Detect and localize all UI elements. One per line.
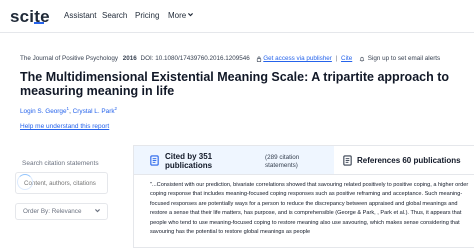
order-by-select[interactable]: Order By: Relevance xyxy=(15,203,108,220)
author-affiliation: 2 xyxy=(114,106,118,111)
cite-link[interactable]: Cite xyxy=(341,55,352,62)
article-title: The Multidimensional Existential Meaning… xyxy=(20,70,450,98)
publication-year: 2016 xyxy=(122,55,137,62)
author-link[interactable]: Login S. George xyxy=(20,108,67,115)
top-nav: scite Assistant Search Pricing More xyxy=(0,0,474,33)
tab-references[interactable]: References 60 publications xyxy=(334,146,474,175)
loading-spinner-icon xyxy=(17,174,33,190)
journal-name: The Journal of Positive Psychology xyxy=(20,55,119,62)
doi[interactable]: DOI: 10.1080/17439760.2016.1209546 xyxy=(141,55,250,62)
citation-snippet: "...Consistent with our prediction, biva… xyxy=(150,182,469,236)
chevron-down-icon[interactable] xyxy=(187,11,194,18)
references-title: References 60 publications xyxy=(357,156,461,165)
nav-assistant[interactable]: Assistant xyxy=(64,11,96,20)
author-link[interactable]: Crystal L. Park xyxy=(73,108,115,115)
bell-icon xyxy=(359,56,365,62)
citations-card: Cited by 351 publications (289 citation … xyxy=(133,145,474,248)
document-icon xyxy=(343,155,352,166)
help-understand-link[interactable]: Help me understand this report xyxy=(20,123,109,130)
get-access-link[interactable]: Get access via publisher xyxy=(263,55,332,62)
search-input[interactable] xyxy=(24,177,104,190)
search-label: Search citation statements xyxy=(22,160,99,167)
nav-search[interactable]: Search xyxy=(102,11,127,20)
nav-more[interactable]: More xyxy=(168,11,186,20)
scite-logo[interactable]: scite xyxy=(10,7,50,27)
cited-by-title: Cited by 351 publications xyxy=(165,152,213,170)
tab-cited-by[interactable]: Cited by 351 publications (289 citation … xyxy=(134,146,334,175)
chevron-down-icon xyxy=(95,209,100,213)
author-list: Login S. George1, Crystal L. Park2 xyxy=(20,106,118,116)
cited-by-statements: (289 citation statements) xyxy=(265,154,300,169)
order-by-label: Order By: Relevance xyxy=(23,208,82,215)
email-alerts-link[interactable]: Sign up to set email alerts xyxy=(368,55,440,62)
document-icon xyxy=(150,155,159,166)
nav-pricing[interactable]: Pricing xyxy=(135,11,159,20)
lock-icon xyxy=(256,55,261,62)
article-meta: The Journal of Positive Psychology 2016 … xyxy=(20,55,441,62)
logo-underscore xyxy=(34,22,44,24)
